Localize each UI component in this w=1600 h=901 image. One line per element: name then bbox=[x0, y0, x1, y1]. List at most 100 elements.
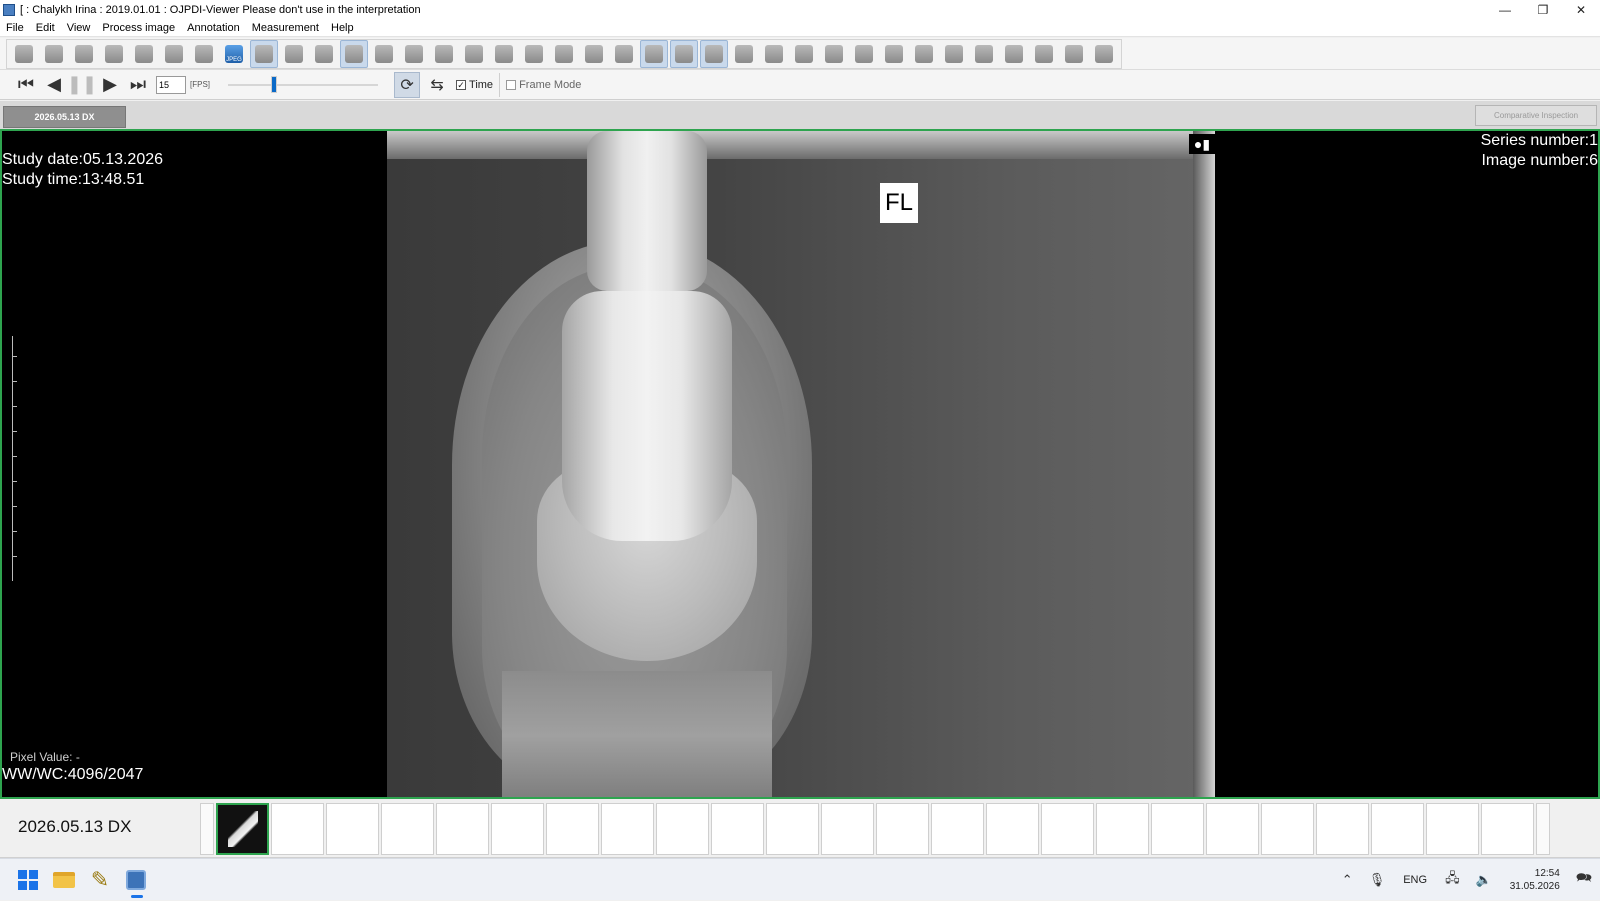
thumbnail[interactable] bbox=[381, 803, 434, 855]
window-level-icon[interactable] bbox=[460, 40, 488, 68]
windows-start-icon[interactable] bbox=[14, 866, 42, 894]
info-icon[interactable] bbox=[400, 40, 428, 68]
thumbnail[interactable] bbox=[1481, 803, 1534, 855]
swap-direction-button[interactable]: ⇆ bbox=[424, 72, 450, 98]
user-icon[interactable] bbox=[70, 40, 98, 68]
thumbnail[interactable] bbox=[601, 803, 654, 855]
thumbnail[interactable] bbox=[326, 803, 379, 855]
prev-frame-button[interactable]: ◀ bbox=[40, 72, 68, 98]
frame-mode-checkbox-box[interactable] bbox=[506, 79, 517, 90]
menu-annotation[interactable]: Annotation bbox=[181, 22, 246, 34]
xray-image[interactable] bbox=[387, 131, 1215, 797]
angle-icon[interactable] bbox=[1000, 40, 1028, 68]
thumbnail[interactable] bbox=[491, 803, 544, 855]
layout-icon[interactable] bbox=[10, 40, 38, 68]
body4-icon[interactable] bbox=[880, 40, 908, 68]
thumbnail[interactable] bbox=[271, 803, 324, 855]
find-icon[interactable] bbox=[40, 40, 68, 68]
patient-icon[interactable] bbox=[340, 40, 368, 68]
chevron-up-icon[interactable]: ⌃ bbox=[1342, 872, 1353, 888]
language-indicator[interactable]: ENG bbox=[1403, 874, 1427, 886]
body1-icon[interactable] bbox=[790, 40, 818, 68]
close-icon[interactable]: ✕ bbox=[1562, 0, 1600, 19]
print-icon[interactable] bbox=[130, 40, 158, 68]
restore-icon[interactable]: ❐ bbox=[1524, 0, 1562, 19]
thumbnail[interactable] bbox=[711, 803, 764, 855]
first-frame-button[interactable]: ⏮ bbox=[12, 72, 40, 98]
clock[interactable]: 12:54 31.05.2026 bbox=[1510, 867, 1560, 893]
menu-file[interactable]: File bbox=[0, 22, 30, 34]
invert-icon[interactable] bbox=[490, 40, 518, 68]
time-checkbox[interactable]: ✓ Time bbox=[456, 79, 493, 91]
thumbnail[interactable] bbox=[436, 803, 489, 855]
last-frame-button[interactable]: ⏭ bbox=[124, 72, 152, 98]
viewer-app-taskbar-icon[interactable] bbox=[122, 866, 150, 898]
jpeg-export-icon[interactable]: JPEG bbox=[220, 40, 248, 68]
thumbnail[interactable] bbox=[1151, 803, 1204, 855]
copy-icon[interactable] bbox=[190, 40, 218, 68]
rotate-icon[interactable] bbox=[610, 40, 638, 68]
thumbnail[interactable] bbox=[546, 803, 599, 855]
line-icon[interactable] bbox=[910, 40, 938, 68]
text-icon[interactable] bbox=[940, 40, 968, 68]
thumbnail[interactable] bbox=[1261, 803, 1314, 855]
pen-app-icon[interactable]: ✎ bbox=[86, 866, 114, 894]
notification-icon[interactable]: 🗪 bbox=[1576, 869, 1592, 891]
thumbnail[interactable] bbox=[821, 803, 874, 855]
roi-icon[interactable] bbox=[1090, 40, 1118, 68]
network-icon[interactable]: 🖧 bbox=[1445, 869, 1460, 891]
copy-image-icon[interactable] bbox=[280, 40, 308, 68]
time-checkbox-box[interactable]: ✓ bbox=[456, 79, 467, 90]
body2-icon[interactable] bbox=[820, 40, 848, 68]
menu-measurement[interactable]: Measurement bbox=[246, 22, 325, 34]
file-explorer-icon[interactable] bbox=[50, 866, 78, 894]
thumbnail[interactable] bbox=[766, 803, 819, 855]
minimize-icon[interactable]: — bbox=[1486, 0, 1524, 19]
thumbnail[interactable] bbox=[1096, 803, 1149, 855]
fps-input[interactable] bbox=[156, 75, 186, 94]
tools-icon[interactable] bbox=[700, 40, 728, 68]
thumbnail[interactable] bbox=[1371, 803, 1424, 855]
menu-view[interactable]: View bbox=[61, 22, 97, 34]
play-button[interactable]: ▶ bbox=[96, 72, 124, 98]
pan-icon[interactable] bbox=[550, 40, 578, 68]
frame-mode-checkbox[interactable]: Frame Mode bbox=[506, 79, 581, 91]
menu-edit[interactable]: Edit bbox=[30, 22, 61, 34]
table-icon[interactable] bbox=[310, 40, 338, 68]
ellipse-icon[interactable] bbox=[1060, 40, 1088, 68]
comparative-inspection-button[interactable]: Comparative Inspection bbox=[1475, 105, 1597, 126]
loop-button[interactable]: ⟳ bbox=[394, 71, 421, 98]
thumbnail[interactable] bbox=[216, 803, 269, 855]
single-view-icon[interactable] bbox=[640, 40, 668, 68]
pixel-icon[interactable] bbox=[760, 40, 788, 68]
volume-icon[interactable]: 🔈 bbox=[1476, 872, 1492, 888]
image-viewer[interactable]: FL ●▮ Study date:05.13.2026 Study time:1… bbox=[0, 129, 1600, 799]
body3-icon[interactable] bbox=[850, 40, 878, 68]
menu-help[interactable]: Help bbox=[325, 22, 360, 34]
speed-slider[interactable] bbox=[228, 75, 379, 95]
crop-icon[interactable] bbox=[520, 40, 548, 68]
thumbnail[interactable] bbox=[1041, 803, 1094, 855]
print-settings-icon[interactable] bbox=[160, 40, 188, 68]
user-export-icon[interactable] bbox=[100, 40, 128, 68]
pause-button[interactable]: ❚❚ bbox=[67, 72, 97, 98]
thumbnail[interactable] bbox=[986, 803, 1039, 855]
print-preview-icon[interactable] bbox=[370, 40, 398, 68]
thumbnail[interactable] bbox=[1316, 803, 1369, 855]
slider-thumb[interactable] bbox=[271, 75, 278, 93]
thumbnail[interactable] bbox=[1206, 803, 1259, 855]
ruler-icon[interactable] bbox=[970, 40, 998, 68]
note-icon[interactable] bbox=[430, 40, 458, 68]
microphone-icon[interactable]: 🎙 bbox=[1369, 872, 1386, 888]
thumbnail[interactable] bbox=[1426, 803, 1479, 855]
tab-study[interactable]: 2026.05.13 DX bbox=[3, 106, 126, 128]
thumbnail-scroll-left[interactable] bbox=[200, 803, 214, 855]
thumbnail[interactable] bbox=[656, 803, 709, 855]
dicom-settings-icon[interactable] bbox=[670, 40, 698, 68]
rect-icon[interactable] bbox=[1030, 40, 1058, 68]
menu-process-image[interactable]: Process image bbox=[96, 22, 181, 34]
zoom-icon[interactable] bbox=[580, 40, 608, 68]
eraser-icon[interactable] bbox=[730, 40, 758, 68]
thumbnail[interactable] bbox=[876, 803, 929, 855]
thumbnail-scroll-right[interactable] bbox=[1536, 803, 1550, 855]
